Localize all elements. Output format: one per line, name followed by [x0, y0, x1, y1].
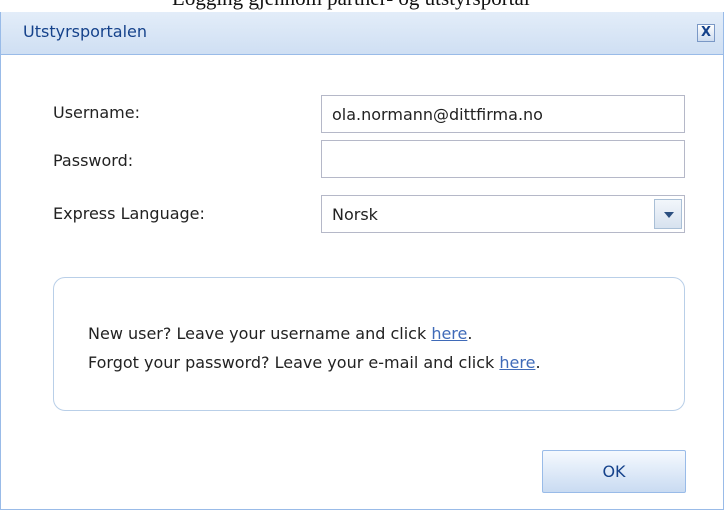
clipped-heading-text: Logging gjennom partner- og utstyrsporta…: [172, 0, 530, 11]
dialog-title: Utstyrsportalen: [23, 22, 148, 41]
dialog-titlebar[interactable]: Utstyrsportalen X: [1, 12, 723, 55]
new-user-end: .: [467, 324, 473, 343]
password-label: Password:: [53, 151, 134, 170]
new-user-line: New user? Leave your username and click …: [88, 324, 472, 343]
new-user-link[interactable]: here: [431, 324, 467, 343]
help-panel: New user? Leave your username and click …: [53, 277, 685, 411]
username-label: Username:: [53, 103, 140, 122]
forgot-password-end: .: [535, 353, 541, 372]
login-dialog: Utstyrsportalen X Username: Password: Ex…: [0, 12, 724, 510]
forgot-password-link[interactable]: here: [499, 353, 535, 372]
language-label: Express Language:: [53, 204, 205, 223]
password-field[interactable]: [321, 140, 685, 178]
page: Logging gjennom partner- og utstyrsporta…: [0, 0, 724, 510]
close-icon[interactable]: X: [697, 24, 715, 42]
forgot-password-text: Forgot your password? Leave your e-mail …: [88, 353, 500, 372]
username-field[interactable]: [321, 95, 685, 133]
dialog-body: Username: Password: Express Language: No…: [1, 55, 723, 509]
language-selected-value: Norsk: [332, 205, 378, 224]
clipped-page-heading: Logging gjennom partner- og utstyrsporta…: [0, 0, 724, 12]
forgot-password-line: Forgot your password? Leave your e-mail …: [88, 353, 541, 372]
language-select[interactable]: Norsk: [321, 195, 685, 233]
chevron-down-icon[interactable]: [654, 199, 682, 229]
new-user-text: New user? Leave your username and click: [88, 324, 432, 343]
ok-button[interactable]: OK: [542, 450, 686, 493]
